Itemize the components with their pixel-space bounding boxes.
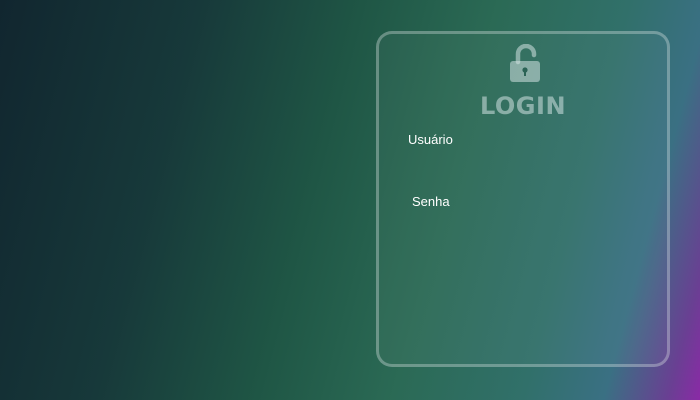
username-label: Usuário — [408, 132, 453, 147]
login-title: LOGIN — [479, 92, 567, 120]
unlocked-padlock-icon — [509, 43, 543, 84]
login-card: LOGIN Usuário Senha — [376, 31, 670, 367]
password-input[interactable] — [408, 214, 638, 236]
password-label: Senha — [412, 194, 450, 209]
username-input[interactable] — [408, 152, 638, 174]
